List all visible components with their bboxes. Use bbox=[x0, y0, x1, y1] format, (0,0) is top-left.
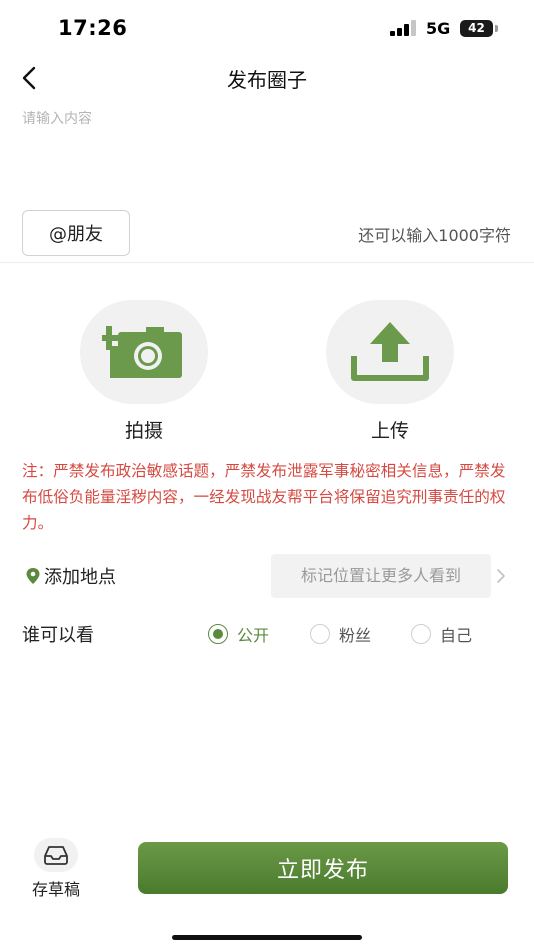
battery-tip bbox=[495, 25, 498, 32]
save-draft-button[interactable]: 存草稿 bbox=[24, 838, 88, 902]
mention-friends-button[interactable]: @朋友 bbox=[22, 210, 130, 256]
upload-label: 上传 bbox=[370, 420, 409, 442]
content-input[interactable] bbox=[22, 108, 512, 198]
status-bar: 17:26 5G 42 bbox=[0, 0, 534, 56]
battery-icon: 42 bbox=[460, 20, 493, 37]
divider bbox=[0, 262, 534, 263]
add-location-label: 添加地点 bbox=[44, 567, 116, 588]
visibility-row: 谁可以看 公开 粉丝 自己 bbox=[22, 612, 512, 656]
home-indicator bbox=[172, 935, 362, 940]
radio-fans-circle[interactable] bbox=[310, 624, 330, 644]
radio-public-label: 公开 bbox=[237, 626, 270, 645]
radio-public[interactable]: 公开 bbox=[208, 622, 269, 646]
signal-icon bbox=[390, 20, 416, 36]
publish-button[interactable]: 立即发布 bbox=[138, 842, 508, 894]
visibility-label: 谁可以看 bbox=[22, 625, 94, 646]
upload-circle[interactable] bbox=[326, 300, 454, 404]
save-draft-label: 存草稿 bbox=[31, 880, 80, 899]
nav-bar: 发布圈子 bbox=[0, 56, 534, 100]
page-title: 发布圈子 bbox=[227, 68, 307, 92]
upload-button[interactable]: 上传 bbox=[326, 300, 454, 444]
location-row[interactable]: 添加地点 标记位置让更多人看到 bbox=[22, 554, 512, 598]
radio-fans-label: 粉丝 bbox=[339, 626, 372, 645]
camera-add-icon bbox=[102, 326, 182, 378]
camera-button[interactable]: 拍摄 bbox=[80, 300, 208, 444]
inbox-tray-icon bbox=[44, 846, 68, 865]
draft-circle[interactable] bbox=[34, 838, 78, 872]
location-input[interactable]: 标记位置让更多人看到 bbox=[271, 554, 491, 598]
camera-label: 拍摄 bbox=[124, 420, 163, 442]
camera-circle[interactable] bbox=[80, 300, 208, 404]
radio-selected-dot bbox=[213, 629, 223, 639]
radio-fans[interactable]: 粉丝 bbox=[310, 622, 371, 646]
radio-self-circle[interactable] bbox=[411, 624, 431, 644]
chevron-right-icon[interactable] bbox=[496, 568, 506, 584]
radio-public-circle[interactable] bbox=[208, 624, 228, 644]
policy-notice: 注：严禁发布政治敏感话题，严禁发布泄露军事秘密相关信息，严禁发布低俗负能量淫秽内… bbox=[22, 462, 506, 532]
radio-self-label: 自己 bbox=[440, 626, 473, 645]
network-type: 5G bbox=[426, 19, 451, 38]
char-count: 还可以输入1000字符 bbox=[358, 226, 511, 245]
location-pin-icon bbox=[26, 568, 40, 584]
status-time: 17:26 bbox=[58, 16, 128, 40]
radio-self[interactable]: 自己 bbox=[411, 622, 472, 646]
upload-icon bbox=[351, 322, 429, 381]
